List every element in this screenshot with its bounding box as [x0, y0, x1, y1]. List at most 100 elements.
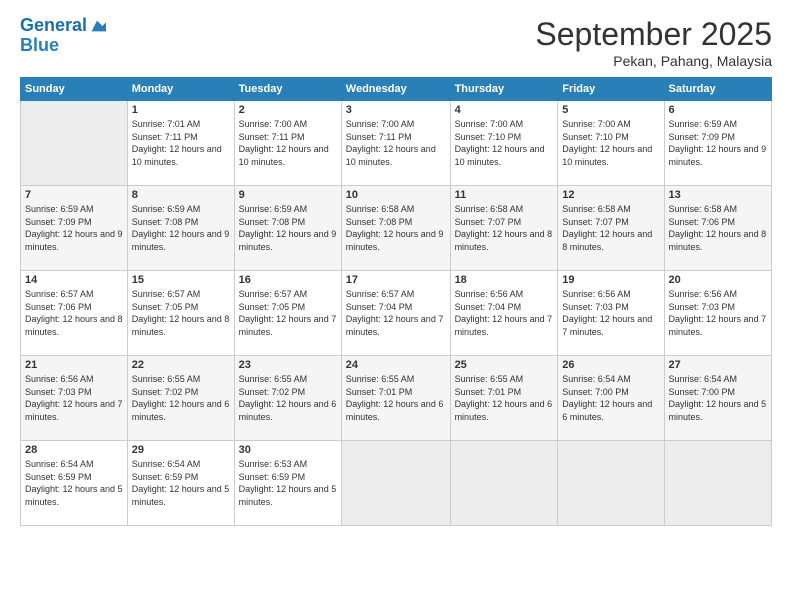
- day-number: 25: [455, 359, 554, 371]
- logo-icon: [88, 17, 106, 35]
- day-cell: 26Sunrise: 6:54 AMSunset: 7:00 PMDayligh…: [558, 356, 664, 441]
- day-info: Sunrise: 6:58 AMSunset: 7:07 PMDaylight:…: [455, 203, 554, 253]
- col-header-saturday: Saturday: [664, 78, 771, 101]
- day-cell: 18 Sunrise: 6:56 AMSunset: 7:04 PMDayligh…: [450, 271, 558, 356]
- day-cell: 23 Sunrise: 6:55 AMSunset: 7:02 PMDayligh…: [234, 356, 341, 441]
- day-number: 10: [346, 189, 446, 201]
- day-info: Sunrise: 6:57 AMSunset: 7:04 PMDaylight:…: [346, 288, 446, 338]
- day-info: Sunrise: 6:57 AMSunset: 7:06 PMDaylight:…: [25, 288, 123, 338]
- day-info: Sunrise: 6:54 AMSunset: 6:59 PMDaylight:…: [132, 458, 230, 508]
- day-cell: [450, 441, 558, 526]
- day-number: 9: [239, 189, 337, 201]
- day-number: 2: [239, 104, 337, 116]
- col-header-tuesday: Tuesday: [234, 78, 341, 101]
- day-info: Sunrise: 6:59 AMSunset: 7:09 PMDaylight:…: [669, 118, 767, 168]
- day-info: Sunrise: 6:56 AMSunset: 7:03 PMDaylight:…: [562, 288, 659, 338]
- day-cell: 17 Sunrise: 6:57 AMSunset: 7:04 PMDayligh…: [341, 271, 450, 356]
- day-cell: 20 Sunrise: 6:56 AMSunset: 7:03 PMDayligh…: [664, 271, 771, 356]
- day-number: 15: [132, 274, 230, 286]
- day-number: 27: [669, 359, 767, 371]
- day-cell: [664, 441, 771, 526]
- day-info: Sunrise: 6:55 AMSunset: 7:02 PMDaylight:…: [239, 373, 337, 423]
- day-number: 29: [132, 444, 230, 456]
- day-info: Sunrise: 6:54 AMSunset: 6:59 PMDaylight:…: [25, 458, 123, 508]
- day-info: Sunrise: 6:54 AMSunset: 7:00 PMDaylight:…: [669, 373, 767, 423]
- month-title: September 2025: [535, 16, 772, 53]
- day-number: 20: [669, 274, 767, 286]
- day-info: Sunrise: 7:00 AMSunset: 7:10 PMDaylight:…: [562, 118, 659, 168]
- day-cell: 27 Sunrise: 6:54 AMSunset: 7:00 PMDayligh…: [664, 356, 771, 441]
- day-number: 14: [25, 274, 123, 286]
- day-info: Sunrise: 7:00 AMSunset: 7:11 PMDaylight:…: [346, 118, 446, 168]
- day-number: 17: [346, 274, 446, 286]
- week-row-2: 14 Sunrise: 6:57 AMSunset: 7:06 PMDayligh…: [21, 271, 772, 356]
- week-row-1: 7 Sunrise: 6:59 AMSunset: 7:09 PMDaylight…: [21, 186, 772, 271]
- day-number: 30: [239, 444, 337, 456]
- title-block: September 2025 Pekan, Pahang, Malaysia: [535, 16, 772, 69]
- day-number: 16: [239, 274, 337, 286]
- col-header-thursday: Thursday: [450, 78, 558, 101]
- day-cell: [21, 101, 128, 186]
- day-info: Sunrise: 6:56 AMSunset: 7:04 PMDaylight:…: [455, 288, 554, 338]
- day-info: Sunrise: 6:57 AMSunset: 7:05 PMDaylight:…: [132, 288, 230, 338]
- day-number: 23: [239, 359, 337, 371]
- day-cell: 2 Sunrise: 7:00 AMSunset: 7:11 PMDaylight…: [234, 101, 341, 186]
- day-number: 12: [562, 189, 659, 201]
- day-number: 5: [562, 104, 659, 116]
- col-header-wednesday: Wednesday: [341, 78, 450, 101]
- logo-blue-text: Blue: [20, 36, 106, 56]
- day-cell: 21 Sunrise: 6:56 AMSunset: 7:03 PMDayligh…: [21, 356, 128, 441]
- logo-text: General: [20, 16, 87, 36]
- logo: General Blue: [20, 16, 106, 56]
- day-number: 6: [669, 104, 767, 116]
- day-cell: 22 Sunrise: 6:55 AMSunset: 7:02 PMDayligh…: [127, 356, 234, 441]
- day-cell: 30 Sunrise: 6:53 AMSunset: 6:59 PMDayligh…: [234, 441, 341, 526]
- day-info: Sunrise: 6:56 AMSunset: 7:03 PMDaylight:…: [25, 373, 123, 423]
- day-cell: 29 Sunrise: 6:54 AMSunset: 6:59 PMDayligh…: [127, 441, 234, 526]
- day-info: Sunrise: 6:56 AMSunset: 7:03 PMDaylight:…: [669, 288, 767, 338]
- day-info: Sunrise: 6:55 AMSunset: 7:02 PMDaylight:…: [132, 373, 230, 423]
- day-number: 4: [455, 104, 554, 116]
- page: General Blue September 2025 Pekan, Pahan…: [0, 0, 792, 612]
- day-number: 11: [455, 189, 554, 201]
- day-number: 18: [455, 274, 554, 286]
- day-info: Sunrise: 6:58 AMSunset: 7:08 PMDaylight:…: [346, 203, 446, 253]
- day-info: Sunrise: 6:59 AMSunset: 7:09 PMDaylight:…: [25, 203, 123, 253]
- day-number: 1: [132, 104, 230, 116]
- day-info: Sunrise: 6:53 AMSunset: 6:59 PMDaylight:…: [239, 458, 337, 508]
- day-cell: 7 Sunrise: 6:59 AMSunset: 7:09 PMDaylight…: [21, 186, 128, 271]
- col-header-friday: Friday: [558, 78, 664, 101]
- day-number: 22: [132, 359, 230, 371]
- week-row-0: 1 Sunrise: 7:01 AMSunset: 7:11 PMDaylight…: [21, 101, 772, 186]
- day-cell: 15 Sunrise: 6:57 AMSunset: 7:05 PMDayligh…: [127, 271, 234, 356]
- day-cell: 5 Sunrise: 7:00 AMSunset: 7:10 PMDaylight…: [558, 101, 664, 186]
- day-number: 3: [346, 104, 446, 116]
- day-number: 13: [669, 189, 767, 201]
- day-cell: 6 Sunrise: 6:59 AMSunset: 7:09 PMDaylight…: [664, 101, 771, 186]
- header-row: SundayMondayTuesdayWednesdayThursdayFrid…: [21, 78, 772, 101]
- day-number: 28: [25, 444, 123, 456]
- day-info: Sunrise: 7:00 AMSunset: 7:11 PMDaylight:…: [239, 118, 337, 168]
- day-info: Sunrise: 7:01 AMSunset: 7:11 PMDaylight:…: [132, 118, 230, 168]
- week-row-4: 28 Sunrise: 6:54 AMSunset: 6:59 PMDayligh…: [21, 441, 772, 526]
- day-number: 7: [25, 189, 123, 201]
- calendar-body: 1 Sunrise: 7:01 AMSunset: 7:11 PMDaylight…: [21, 101, 772, 526]
- day-info: Sunrise: 6:57 AMSunset: 7:05 PMDaylight:…: [239, 288, 337, 338]
- week-row-3: 21 Sunrise: 6:56 AMSunset: 7:03 PMDayligh…: [21, 356, 772, 441]
- subtitle: Pekan, Pahang, Malaysia: [535, 53, 772, 69]
- day-info: Sunrise: 6:59 AMSunset: 7:08 PMDaylight:…: [239, 203, 337, 253]
- day-cell: 16 Sunrise: 6:57 AMSunset: 7:05 PMDayligh…: [234, 271, 341, 356]
- day-info: Sunrise: 6:55 AMSunset: 7:01 PMDaylight:…: [455, 373, 554, 423]
- day-number: 26: [562, 359, 659, 371]
- day-cell: 3 Sunrise: 7:00 AMSunset: 7:11 PMDaylight…: [341, 101, 450, 186]
- day-info: Sunrise: 6:55 AMSunset: 7:01 PMDaylight:…: [346, 373, 446, 423]
- day-cell: 13Sunrise: 6:58 AMSunset: 7:06 PMDayligh…: [664, 186, 771, 271]
- header: General Blue September 2025 Pekan, Pahan…: [20, 16, 772, 69]
- day-cell: 4Sunrise: 7:00 AMSunset: 7:10 PMDaylight…: [450, 101, 558, 186]
- day-info: Sunrise: 6:59 AMSunset: 7:08 PMDaylight:…: [132, 203, 230, 253]
- day-info: Sunrise: 6:58 AMSunset: 7:07 PMDaylight:…: [562, 203, 659, 253]
- day-cell: 25 Sunrise: 6:55 AMSunset: 7:01 PMDayligh…: [450, 356, 558, 441]
- day-number: 21: [25, 359, 123, 371]
- day-cell: 9 Sunrise: 6:59 AMSunset: 7:08 PMDaylight…: [234, 186, 341, 271]
- day-cell: [341, 441, 450, 526]
